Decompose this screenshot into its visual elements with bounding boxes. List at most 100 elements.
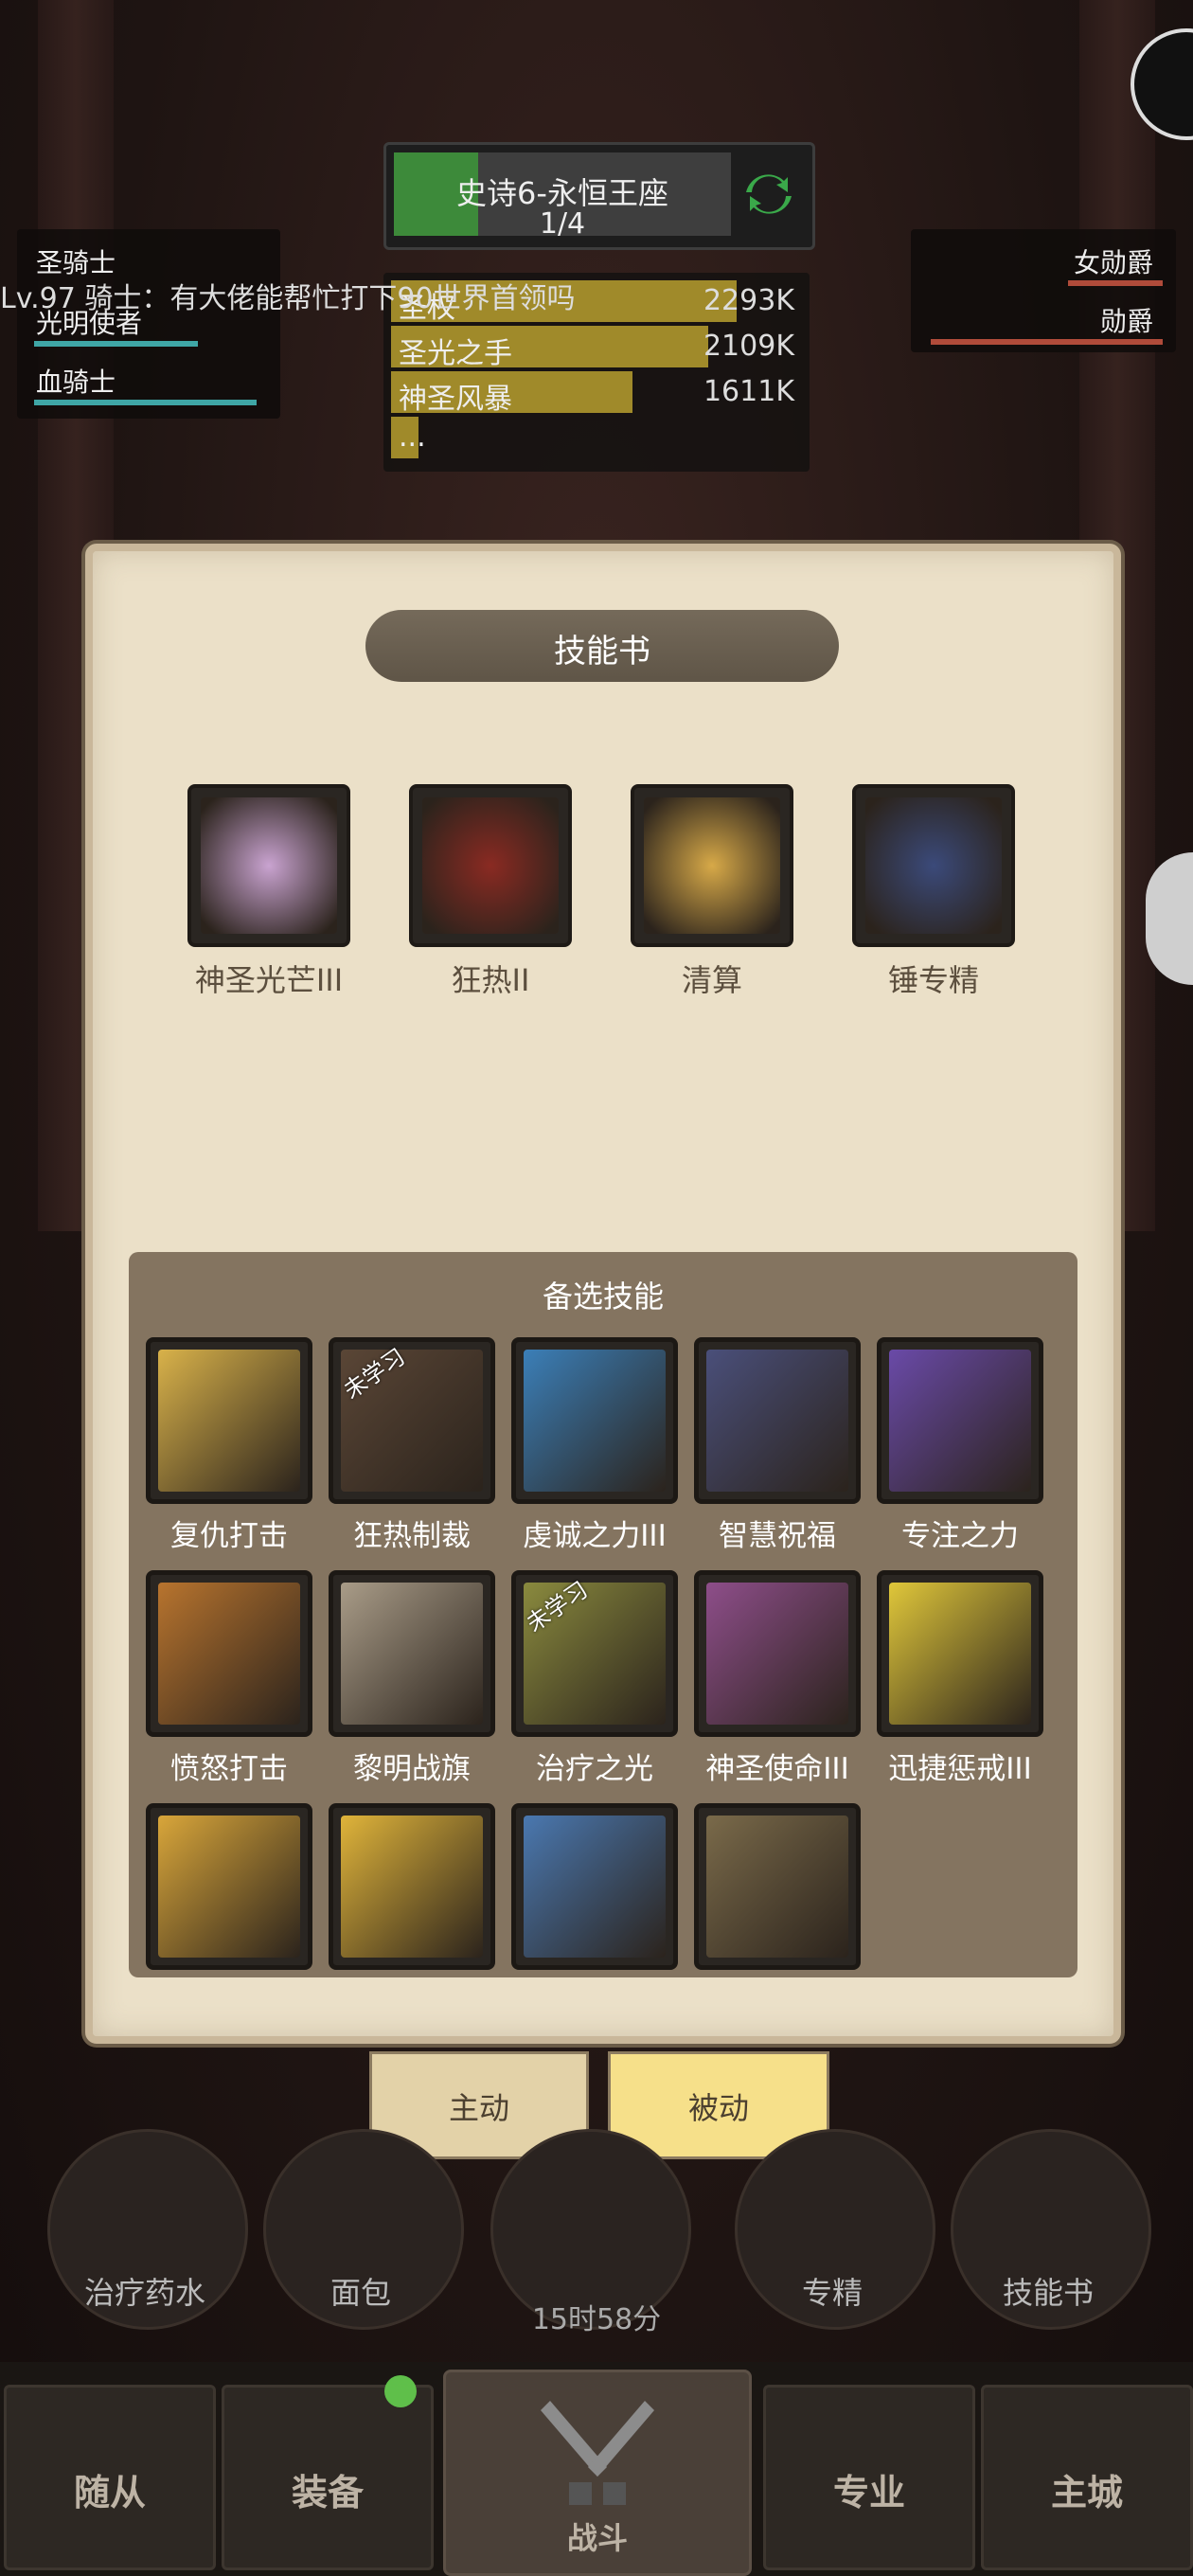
party-member-hp-bar	[34, 400, 258, 405]
party-member-hp-bar	[34, 341, 198, 347]
skill-label: 清算	[681, 962, 742, 998]
skill-label: 黎明战旗	[353, 1752, 471, 1786]
skill-label: 狂热制裁	[353, 1519, 471, 1553]
alternate-skill-slot[interactable]: 黎明战旗	[329, 1570, 495, 1787]
alternate-skill-slot[interactable]: 神圣使命III	[694, 1570, 861, 1787]
damage-row: ...	[391, 417, 802, 458]
zeal-icon	[422, 797, 559, 934]
skill-label: 复仇打击	[170, 1519, 288, 1553]
holy-hand-icon	[158, 1816, 300, 1958]
nav-label: 装备	[291, 2472, 364, 2513]
notification-badge	[384, 2375, 417, 2407]
crossed-swords-icon	[541, 2401, 654, 2505]
holy-mission-icon	[706, 1583, 848, 1725]
damage-row: 神圣风暴 1611K	[391, 371, 802, 416]
skill-label: 狂热II	[451, 962, 530, 998]
boss-panel[interactable]: 史诗6-永恒王座 1/4	[383, 142, 815, 250]
equipped-skill-slot[interactable]: 清算	[631, 784, 793, 1000]
skill-frame	[329, 1803, 495, 1970]
damage-skill-name: 圣光之手	[399, 337, 512, 370]
party-member-name: 血骑士	[36, 367, 116, 398]
skill-frame	[409, 784, 572, 947]
reckoning-fist-icon	[644, 797, 780, 934]
wisdom-blessing-icon	[706, 1350, 848, 1492]
party-panel-left[interactable]: 圣骑士 光明使者 血骑士	[17, 229, 280, 419]
skill-frame	[146, 1570, 312, 1737]
alternate-skill-slot[interactable]	[329, 1803, 495, 1970]
skill-frame	[511, 1803, 678, 1970]
lightning-smite-icon	[341, 1816, 483, 1958]
nav-label: 战斗	[566, 2520, 628, 2556]
alternate-skills-panel: 备选技能 复仇打击 未学习 狂热制裁 虔诚之力III 智慧祝福 专注之力 愤怒打击 黎明战旗未…	[129, 1252, 1077, 1977]
skill-frame	[694, 1803, 861, 1970]
skill-frame	[631, 784, 793, 947]
swift-retribution-icon	[889, 1583, 1031, 1725]
nav-profession[interactable]: 专业	[763, 2385, 975, 2570]
nav-label: 专业	[832, 2472, 905, 2513]
chat-message: Lv.97 骑士：有大佬能帮忙打下90世界首领吗	[0, 282, 576, 315]
alternate-skill-slot[interactable]	[694, 1803, 861, 1970]
party-member-name: 女勋爵	[1073, 247, 1153, 278]
skill-label: 神圣光芒III	[194, 962, 344, 998]
nav-equipment[interactable]: 装备	[222, 2385, 434, 2570]
hammer-mastery-icon	[865, 797, 1002, 934]
nav-label: 随从	[73, 2472, 146, 2513]
holy-radiance-icon	[201, 797, 337, 934]
alternate-skill-slot[interactable]: 专注之力	[877, 1337, 1043, 1554]
skill-label: 智慧祝福	[719, 1519, 836, 1553]
party-member-hp-bar	[931, 339, 1163, 345]
action-label: 技能书	[1002, 2275, 1094, 2311]
boss-progress-text: 1/4	[539, 207, 586, 241]
alternate-skill-slot[interactable]: 愤怒打击	[146, 1570, 312, 1787]
focus-power-icon	[889, 1350, 1031, 1492]
skill-book-dialog: 技能书 神圣光芒III 狂热II 清算 锤专精 备选技能 复仇打击 未学习 狂热制裁…	[85, 544, 1121, 2044]
skill-label: 治疗之光	[536, 1752, 653, 1786]
action-label: 专精	[801, 2275, 863, 2311]
damage-skill-name: 神圣风暴	[399, 383, 512, 416]
skill-frame	[877, 1337, 1043, 1504]
boss-progress-bar: 史诗6-永恒王座 1/4	[394, 152, 731, 241]
alternate-skill-slot[interactable]: 虔诚之力III	[511, 1337, 678, 1554]
nav-followers[interactable]: 随从	[4, 2385, 216, 2570]
alternate-skill-slot[interactable]: 迅捷惩戒III	[877, 1570, 1043, 1787]
nav-label: 主城	[1050, 2472, 1123, 2513]
action-label: 面包	[329, 2275, 391, 2311]
nav-main-city[interactable]: 主城	[981, 2385, 1193, 2570]
damage-row: 圣光之手 2109K	[391, 326, 802, 370]
skill-frame	[877, 1570, 1043, 1737]
alternate-skill-slot[interactable]: 复仇打击	[146, 1337, 312, 1554]
skill-label: 锤专精	[887, 962, 979, 998]
skill-label: 迅捷惩戒III	[888, 1752, 1032, 1786]
skill-frame	[511, 1337, 678, 1504]
timer-text: 15时58分	[531, 2303, 662, 2336]
alternate-skill-slot[interactable]: 智慧祝福	[694, 1337, 861, 1554]
equipped-skill-slot[interactable]: 锤专精	[852, 784, 1015, 1000]
skill-frame	[146, 1803, 312, 1970]
wrath-strike-icon	[158, 1583, 300, 1725]
damage-skill-name: ...	[399, 420, 426, 454]
vengeance-strike-icon	[158, 1350, 300, 1492]
nav-battle[interactable]: 战斗	[443, 2370, 752, 2576]
refresh-icon[interactable]	[739, 164, 799, 224]
damage-value: 2109K	[703, 330, 794, 363]
skill-label: 神圣使命III	[705, 1752, 849, 1786]
damage-value: 2293K	[703, 284, 794, 317]
equipped-skill-slot[interactable]: 狂热II	[409, 784, 572, 1000]
skill-frame	[694, 1337, 861, 1504]
party-panel-right[interactable]: 女勋爵 勋爵	[911, 229, 1176, 352]
alternate-skill-slot[interactable]: 未学习 治疗之光	[511, 1570, 678, 1787]
party-member-name: 勋爵	[1099, 306, 1153, 337]
skill-frame	[187, 784, 350, 947]
skill-frame	[146, 1337, 312, 1504]
equipped-skill-slot[interactable]: 神圣光芒III	[187, 784, 350, 1000]
action-label: 治疗药水	[83, 2275, 205, 2311]
alternate-skill-slot[interactable]	[511, 1803, 678, 1970]
skill-frame	[329, 1570, 495, 1737]
tab-label: 主动	[448, 2090, 509, 2126]
alternate-skill-slot[interactable]: 未学习 狂热制裁	[329, 1337, 495, 1554]
shield-bash-icon	[524, 1816, 666, 1958]
alternate-skill-slot[interactable]	[146, 1803, 312, 1970]
dialog-title-banner: 技能书	[365, 610, 839, 682]
skill-frame	[852, 784, 1015, 947]
holy-wave-icon	[706, 1816, 848, 1958]
